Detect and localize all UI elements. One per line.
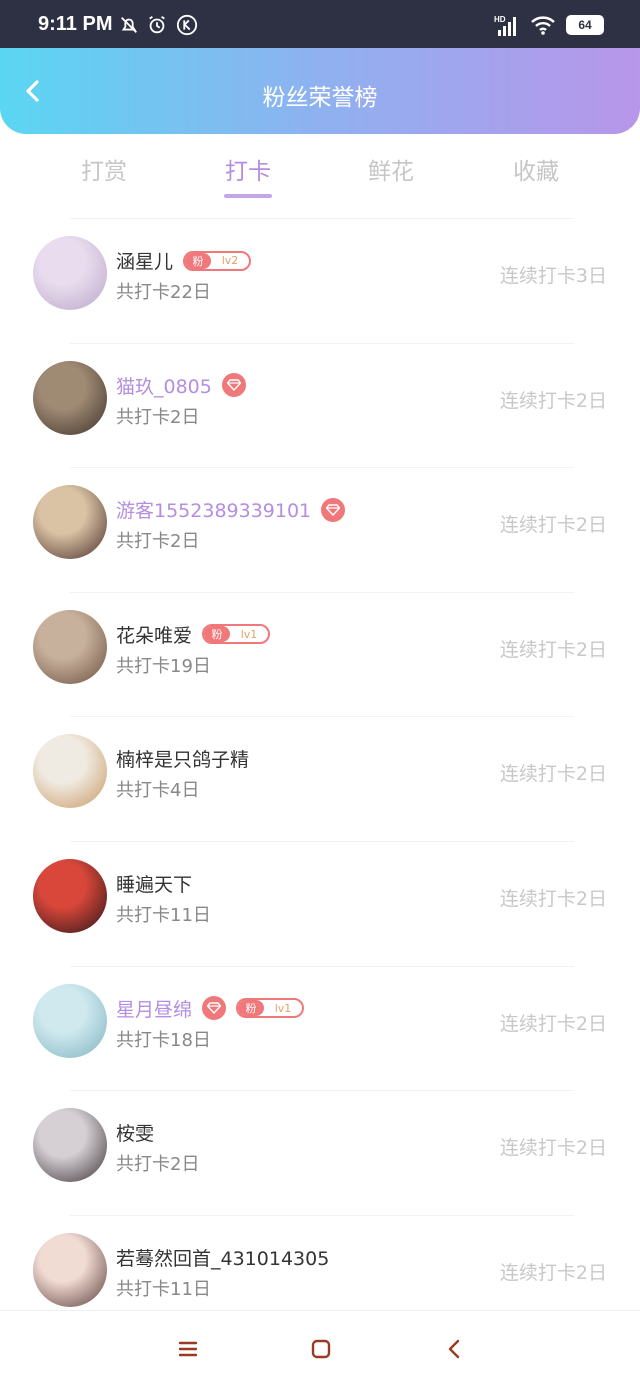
avatar[interactable] [33,609,107,684]
tab-checkin[interactable]: 打卡 [188,152,308,186]
streak-checkin: 连续打卡2日 [499,638,607,661]
avatar[interactable] [33,1232,107,1307]
tab-reward[interactable]: 打赏 [44,152,164,186]
status-right: HD 64 [494,14,604,36]
row-divider [70,1090,574,1092]
row-divider [70,1214,574,1216]
row-divider [70,591,574,593]
streak-checkin: 连续打卡2日 [499,1137,607,1160]
fan-level-badge: 粉 lv2 [183,250,252,271]
streak-checkin: 连续打卡2日 [499,763,607,786]
fan-name-line: 游客1552389339101 [116,496,346,523]
page-title: 粉丝荣誉榜 [262,85,378,111]
fan-level-badge: 粉 lv1 [202,624,271,645]
fan-name[interactable]: 星月昼绵 [116,995,192,1022]
row-divider [70,965,574,967]
fan-name[interactable]: 睡遍天下 [116,870,192,897]
network-label: HD [494,15,506,24]
k-app-icon [176,14,198,36]
fan-badge-label: 粉 [238,1000,265,1017]
wifi-icon [531,16,555,35]
diamond-vip-icon [221,373,246,398]
total-checkin: 共打卡22日 [116,282,211,303]
avatar[interactable] [33,485,107,560]
streak-checkin: 连续打卡2日 [499,1261,607,1284]
total-checkin: 共打卡11日 [116,1278,211,1300]
fan-name-line: 桉雯 [116,1119,154,1146]
total-checkin: 共打卡2日 [116,531,200,553]
battery-indicator: 64 [566,15,604,35]
home-icon[interactable] [309,1337,333,1361]
streak-checkin: 连续打卡2日 [499,514,607,537]
total-checkin: 共打卡19日 [116,655,211,677]
fan-name[interactable]: 楠梓是只鸽子精 [116,745,249,772]
total-checkin: 共打卡2日 [116,406,200,428]
streak-checkin: 连续打卡2日 [499,389,607,412]
system-nav-bar [0,1310,640,1388]
fan-name[interactable]: 猫玖_0805 [116,372,212,399]
fan-row[interactable]: 桉雯共打卡2日 连续打卡2日 [0,1090,640,1215]
diamond-vip-icon [202,996,227,1021]
row-divider [70,716,574,718]
menu-icon[interactable] [176,1337,200,1361]
fan-name-line: 星月昼绵 粉 lv1 [116,995,305,1022]
fan-badge-level: lv1 [274,1001,292,1015]
avatar[interactable] [33,983,107,1058]
fan-badge-label: 粉 [204,626,231,643]
status-bar: 9:11 PM HD 64 [0,0,640,48]
streak-checkin: 连续打卡2日 [499,1012,607,1035]
fan-name-line: 猫玖_0805 [116,372,246,399]
fan-name-line: 楠梓是只鸽子精 [116,745,249,772]
fan-name[interactable]: 游客1552389339101 [116,496,311,523]
status-time: 9:11 PM [38,13,113,35]
avatar[interactable] [33,1108,107,1183]
fan-list: 涵星儿粉 lv2 共打卡22日 连续打卡3日 猫玖_0805 共打卡2日 连续打卡2日 游客1… [0,218,640,1339]
fan-name-line: 花朵唯爱粉 lv1 [116,621,271,648]
fan-row[interactable]: 星月昼绵 粉 lv1 共打卡18日 连续打卡2日 [0,965,640,1091]
fan-row[interactable]: 花朵唯爱粉 lv1 共打卡19日 连续打卡2日 [0,591,640,717]
streak-checkin: 连续打卡3日 [499,265,607,287]
fan-row[interactable]: 睡遍天下共打卡11日 连续打卡2日 [0,840,640,966]
tab-active-indicator [224,194,272,198]
total-checkin: 共打卡18日 [116,1029,211,1051]
diamond-vip-icon [321,497,346,522]
fan-badge-label: 粉 [185,252,212,269]
row-divider [70,467,574,469]
row-divider [70,218,574,219]
total-checkin: 共打卡2日 [116,1154,200,1176]
row-divider [70,342,574,344]
total-checkin: 共打卡11日 [116,904,211,926]
tab-flowers[interactable]: 鲜花 [331,152,451,186]
tab-bar: 打赏 打卡 鲜花 收藏 [0,134,640,218]
fan-level-badge: 粉 lv1 [236,998,305,1019]
fan-name[interactable]: 桉雯 [116,1119,154,1146]
signal-icon: HD [494,15,516,36]
fan-name[interactable]: 若蓦然回首_431014305 [116,1244,329,1271]
back-icon[interactable] [443,1337,467,1361]
fan-name[interactable]: 花朵唯爱 [116,621,192,648]
fan-name-line: 若蓦然回首_431014305 [116,1244,329,1271]
mute-bell-icon [121,17,137,33]
fan-name-line: 睡遍天下 [116,870,192,897]
header-bar: 粉丝荣誉榜 [0,48,640,134]
avatar[interactable] [33,858,107,933]
avatar[interactable] [33,236,107,310]
fan-row[interactable]: 游客1552389339101 共打卡2日 连续打卡2日 [0,467,640,592]
fan-name[interactable]: 涵星儿 [116,247,173,274]
avatar[interactable] [33,360,107,435]
fan-row[interactable]: 楠梓是只鸽子精共打卡4日 连续打卡2日 [0,716,640,841]
avatar[interactable] [33,734,107,809]
streak-checkin: 连续打卡2日 [499,887,607,910]
total-checkin: 共打卡4日 [116,780,200,802]
row-divider [70,840,574,842]
fan-name-line: 涵星儿粉 lv2 [116,247,252,274]
fan-row[interactable]: 猫玖_0805 共打卡2日 连续打卡2日 [0,342,640,468]
fan-row[interactable]: 涵星儿粉 lv2 共打卡22日 连续打卡3日 [0,218,640,343]
alarm-icon [149,15,165,34]
fan-badge-level: lv2 [221,254,239,267]
fan-badge-level: lv1 [240,627,258,641]
tab-favorites[interactable]: 收藏 [476,152,596,186]
